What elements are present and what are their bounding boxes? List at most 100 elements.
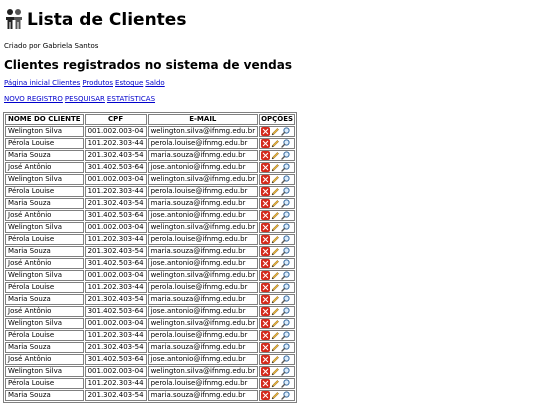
edit-pencil-icon[interactable] xyxy=(271,223,280,232)
search-magnifier-icon[interactable] xyxy=(281,139,290,148)
search-magnifier-icon[interactable] xyxy=(281,163,290,172)
search-magnifier-icon[interactable] xyxy=(281,391,290,400)
delete-icon[interactable] xyxy=(261,295,271,304)
delete-icon[interactable] xyxy=(261,235,271,244)
edit-pencil-icon[interactable] xyxy=(271,379,280,388)
options-cell xyxy=(259,318,296,329)
table-row: José Antônio 301.402.503-64 jose.antonio@i… xyxy=(5,210,296,221)
email-cell: maria.souza@ifnmg.edu.br xyxy=(147,390,259,401)
edit-pencil-icon[interactable] xyxy=(271,355,280,364)
table-row: Maria Souza 201.302.403-54 maria.souza@ifn… xyxy=(5,390,296,401)
edit-pencil-icon[interactable] xyxy=(271,331,280,340)
edit-pencil-icon[interactable] xyxy=(271,391,280,400)
delete-icon[interactable] xyxy=(261,283,271,292)
search-magnifier-icon[interactable] xyxy=(281,283,290,292)
email-cell: welington.silva@ifnmg.edu.br xyxy=(147,270,259,281)
search-magnifier-icon[interactable] xyxy=(281,259,290,268)
delete-icon[interactable] xyxy=(261,379,271,388)
email-cell: perola.louise@ifnmg.edu.br xyxy=(147,234,259,245)
delete-icon[interactable] xyxy=(261,355,271,364)
search-magnifier-icon[interactable] xyxy=(281,211,290,220)
client-name-cell: Maria Souza xyxy=(5,246,84,257)
nav-link-home[interactable]: Página inicial Clientes xyxy=(4,79,80,87)
search-magnifier-icon[interactable] xyxy=(281,199,290,208)
nav-link-products[interactable]: Produtos xyxy=(82,79,113,87)
search-magnifier-icon[interactable] xyxy=(281,319,290,328)
delete-icon[interactable] xyxy=(261,223,271,232)
delete-icon[interactable] xyxy=(261,151,271,160)
delete-icon[interactable] xyxy=(261,139,271,148)
search-magnifier-icon[interactable] xyxy=(281,187,290,196)
edit-pencil-icon[interactable] xyxy=(271,163,280,172)
delete-icon[interactable] xyxy=(261,163,271,172)
search-magnifier-icon[interactable] xyxy=(281,343,290,352)
search-magnifier-icon[interactable] xyxy=(281,223,290,232)
edit-pencil-icon[interactable] xyxy=(271,367,280,376)
delete-icon[interactable] xyxy=(261,259,271,268)
search-magnifier-icon[interactable] xyxy=(281,235,290,244)
edit-pencil-icon[interactable] xyxy=(271,139,280,148)
search-magnifier-icon[interactable] xyxy=(281,307,290,316)
search-magnifier-icon[interactable] xyxy=(281,355,290,364)
delete-icon[interactable] xyxy=(261,247,271,256)
cpf-cell: 301.402.503-64 xyxy=(84,306,147,317)
options-cell xyxy=(259,390,296,401)
edit-pencil-icon[interactable] xyxy=(271,295,280,304)
search-magnifier-icon[interactable] xyxy=(281,331,290,340)
search-magnifier-icon[interactable] xyxy=(281,271,290,280)
delete-icon[interactable] xyxy=(261,391,271,400)
edit-pencil-icon[interactable] xyxy=(271,151,280,160)
email-cell: welington.silva@ifnmg.edu.br xyxy=(147,222,259,233)
delete-icon[interactable] xyxy=(261,271,271,280)
edit-pencil-icon[interactable] xyxy=(271,343,280,352)
search-magnifier-icon[interactable] xyxy=(281,247,290,256)
edit-pencil-icon[interactable] xyxy=(271,283,280,292)
search-magnifier-icon[interactable] xyxy=(281,379,290,388)
nav-link-balance[interactable]: Saldo xyxy=(145,79,164,87)
table-row: Maria Souza 201.302.403-54 maria.souza@ifn… xyxy=(5,198,296,209)
table-header-row: NOME DO CLIENTE CPF E-MAIL OPÇÕES xyxy=(5,114,296,125)
search-magnifier-icon[interactable] xyxy=(281,175,290,184)
delete-icon[interactable] xyxy=(261,331,271,340)
options-cell xyxy=(259,378,296,389)
edit-pencil-icon[interactable] xyxy=(271,271,280,280)
search-magnifier-icon[interactable] xyxy=(281,367,290,376)
search-magnifier-icon[interactable] xyxy=(281,151,290,160)
edit-pencil-icon[interactable] xyxy=(271,259,280,268)
search-magnifier-icon[interactable] xyxy=(281,295,290,304)
delete-icon[interactable] xyxy=(261,211,271,220)
delete-icon[interactable] xyxy=(261,187,271,196)
delete-icon[interactable] xyxy=(261,343,271,352)
page-title: Lista de Clientes xyxy=(27,10,187,30)
options-cell xyxy=(259,198,296,209)
delete-icon[interactable] xyxy=(261,319,271,328)
client-name-cell: Welington Silva xyxy=(5,366,84,377)
options-cell xyxy=(259,294,296,305)
edit-pencil-icon[interactable] xyxy=(271,175,280,184)
edit-pencil-icon[interactable] xyxy=(271,307,280,316)
delete-icon[interactable] xyxy=(261,307,271,316)
search-magnifier-icon[interactable] xyxy=(281,127,290,136)
edit-pencil-icon[interactable] xyxy=(271,247,280,256)
cpf-cell: 101.202.303-44 xyxy=(84,282,147,293)
search-link[interactable]: PESQUISAR xyxy=(65,95,105,103)
edit-pencil-icon[interactable] xyxy=(271,235,280,244)
options-cell xyxy=(259,306,296,317)
delete-icon[interactable] xyxy=(261,367,271,376)
client-name-cell: Pérola Louise xyxy=(5,234,84,245)
delete-icon[interactable] xyxy=(261,127,271,136)
edit-pencil-icon[interactable] xyxy=(271,199,280,208)
column-header-cpf: CPF xyxy=(84,114,147,125)
delete-icon[interactable] xyxy=(261,199,271,208)
edit-pencil-icon[interactable] xyxy=(271,319,280,328)
statistics-link[interactable]: ESTATÍSTICAS xyxy=(107,95,155,103)
delete-icon[interactable] xyxy=(261,175,271,184)
nav-link-stock[interactable]: Estoque xyxy=(115,79,143,87)
email-cell: perola.louise@ifnmg.edu.br xyxy=(147,138,259,149)
edit-pencil-icon[interactable] xyxy=(271,127,280,136)
client-name-cell: Maria Souza xyxy=(5,390,84,401)
new-record-link[interactable]: NOVO REGISTRO xyxy=(4,95,63,103)
options-cell xyxy=(259,222,296,233)
edit-pencil-icon[interactable] xyxy=(271,187,280,196)
edit-pencil-icon[interactable] xyxy=(271,211,280,220)
